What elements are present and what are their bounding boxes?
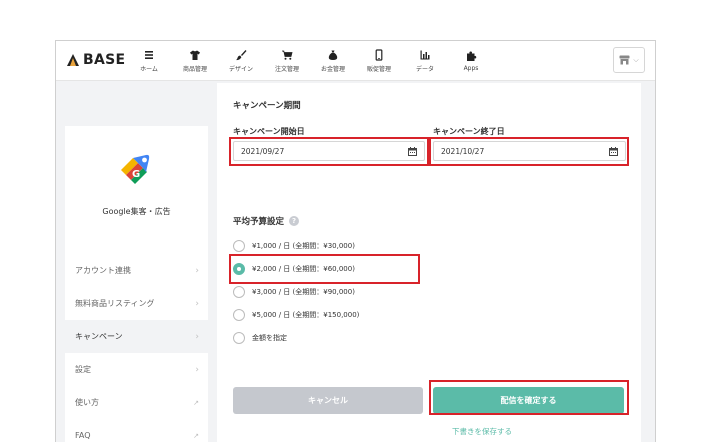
- sidebar-item-faq[interactable]: FAQ ↗: [65, 419, 208, 442]
- budget-option-label: 金額を指定: [252, 334, 287, 342]
- external-link-icon: ↗: [193, 398, 199, 407]
- shirt-icon: [190, 50, 200, 60]
- budget-option-2000[interactable]: ¥2,000 / 日 (全期間：¥60,000): [233, 263, 355, 275]
- sidebar-item-label: 設定: [75, 365, 91, 374]
- chevron-right-icon: ›: [195, 298, 199, 309]
- nav-data[interactable]: データ: [402, 41, 448, 81]
- period-title: キャンペーン期間: [233, 101, 301, 111]
- store-icon: [619, 55, 630, 65]
- end-date-value: 2021/10/27: [441, 146, 485, 156]
- end-date-label: キャンペーン終了日: [433, 127, 505, 136]
- chevron-right-icon: ›: [195, 331, 199, 342]
- phone-icon: [375, 49, 383, 61]
- cart-icon: [282, 50, 293, 60]
- sidebar-item-label: 無料商品リスティング: [75, 299, 155, 308]
- brush-icon: [236, 50, 247, 61]
- cancel-button[interactable]: キャンセル: [233, 387, 423, 414]
- logo-text: BASE: [83, 52, 126, 68]
- nav-label: お金管理: [320, 66, 345, 73]
- base-logo[interactable]: BASE: [66, 52, 125, 68]
- campaign-form: キャンペーン期間 キャンペーン開始日 2021/09/27 キャンペーン終了日 …: [217, 83, 641, 442]
- nav-design[interactable]: デザイン: [218, 41, 264, 81]
- nav-orders[interactable]: 注文管理: [264, 41, 310, 81]
- chevron-right-icon: ›: [195, 265, 199, 276]
- radio-button[interactable]: [233, 332, 245, 344]
- sidebar-item-label: アカウント連携: [75, 266, 131, 275]
- budget-option-label: ¥3,000 / 日 (全期間：¥90,000): [252, 288, 355, 296]
- start-date-input[interactable]: 2021/09/27: [233, 141, 425, 161]
- sidebar-item-label: 使い方: [75, 398, 99, 407]
- radio-button[interactable]: [233, 309, 245, 321]
- sidebar: G Google集客・広告 アカウント連携 › 無料商品リスティング › キャン…: [65, 126, 208, 442]
- sidebar-item-free-listing[interactable]: 無料商品リスティング ›: [65, 287, 208, 320]
- budget-option-3000[interactable]: ¥3,000 / 日 (全期間：¥90,000): [233, 286, 355, 298]
- nav-label: ホーム: [140, 66, 158, 73]
- logo-mark-icon: [67, 54, 79, 66]
- nav-money[interactable]: お金管理: [310, 41, 356, 81]
- nav-label: 商品管理: [182, 66, 207, 73]
- radio-button[interactable]: [233, 240, 245, 252]
- nav-apps[interactable]: Apps: [448, 41, 494, 81]
- nav-label: Apps: [463, 65, 479, 72]
- calendar-icon: [408, 146, 417, 156]
- nav-label: 注文管理: [274, 66, 299, 73]
- nav-label: 販促管理: [366, 66, 391, 73]
- end-date-input[interactable]: 2021/10/27: [433, 141, 626, 161]
- calendar-icon: [609, 146, 618, 156]
- google-tag-icon: G: [121, 154, 150, 184]
- sidebar-item-campaign[interactable]: キャンペーン ›: [65, 320, 208, 353]
- help-icon[interactable]: ?: [289, 216, 300, 226]
- nav-home[interactable]: ホーム: [126, 41, 172, 81]
- budget-option-label: ¥5,000 / 日 (全期間：¥150,000): [252, 311, 360, 319]
- money-bag-icon: [328, 50, 338, 60]
- radio-button-selected[interactable]: [233, 263, 245, 275]
- svg-text:G: G: [132, 169, 140, 180]
- budget-option-custom[interactable]: 金額を指定: [233, 332, 287, 344]
- app-card: G Google集客・広告: [65, 126, 208, 254]
- budget-option-label: ¥2,000 / 日 (全期間：¥60,000): [252, 265, 355, 273]
- nav-label: データ: [415, 66, 434, 73]
- nav-promotion[interactable]: 販促管理: [356, 41, 402, 81]
- shop-menu-button[interactable]: ⌵: [613, 47, 645, 73]
- nav-label: デザイン: [228, 66, 253, 73]
- confirm-button[interactable]: 配信を確定する: [433, 387, 624, 414]
- budget-option-5000[interactable]: ¥5,000 / 日 (全期間：¥150,000): [233, 309, 359, 321]
- sidebar-item-account-link[interactable]: アカウント連携 ›: [65, 254, 208, 287]
- chevron-down-icon: ⌵: [633, 55, 639, 64]
- budget-option-1000[interactable]: ¥1,000 / 日 (全期間：¥30,000): [233, 240, 355, 252]
- budget-title: 平均予算設定?: [233, 215, 300, 227]
- sidebar-item-label: キャンペーン: [75, 332, 123, 341]
- start-date-label: キャンペーン開始日: [233, 127, 305, 136]
- chevron-right-icon: ›: [195, 364, 199, 375]
- sidebar-item-label: FAQ: [75, 431, 91, 440]
- budget-title-text: 平均予算設定: [233, 217, 285, 227]
- top-bar: BASE ホーム 商品管理 デザイン 注文管理 お金管理 販促管理 データ Ap…: [56, 41, 655, 81]
- budget-option-label: ¥1,000 / 日 (全期間：¥30,000): [252, 242, 355, 250]
- save-draft-link[interactable]: 下書きを保存する: [452, 426, 512, 437]
- app-name: Google集客・広告: [102, 207, 171, 216]
- main-nav: ホーム 商品管理 デザイン 注文管理 お金管理 販促管理 データ Apps: [126, 41, 494, 81]
- list-icon: [145, 51, 153, 59]
- sidebar-item-howto[interactable]: 使い方 ↗: [65, 386, 208, 419]
- app-frame: BASE ホーム 商品管理 デザイン 注文管理 お金管理 販促管理 データ Ap…: [55, 40, 656, 442]
- radio-button[interactable]: [233, 286, 245, 298]
- sidebar-item-settings[interactable]: 設定 ›: [65, 353, 208, 386]
- nav-products[interactable]: 商品管理: [172, 41, 218, 81]
- external-link-icon: ↗: [193, 431, 199, 440]
- puzzle-icon: [467, 51, 477, 61]
- bar-chart-icon: [420, 50, 430, 60]
- start-date-value: 2021/09/27: [241, 146, 285, 156]
